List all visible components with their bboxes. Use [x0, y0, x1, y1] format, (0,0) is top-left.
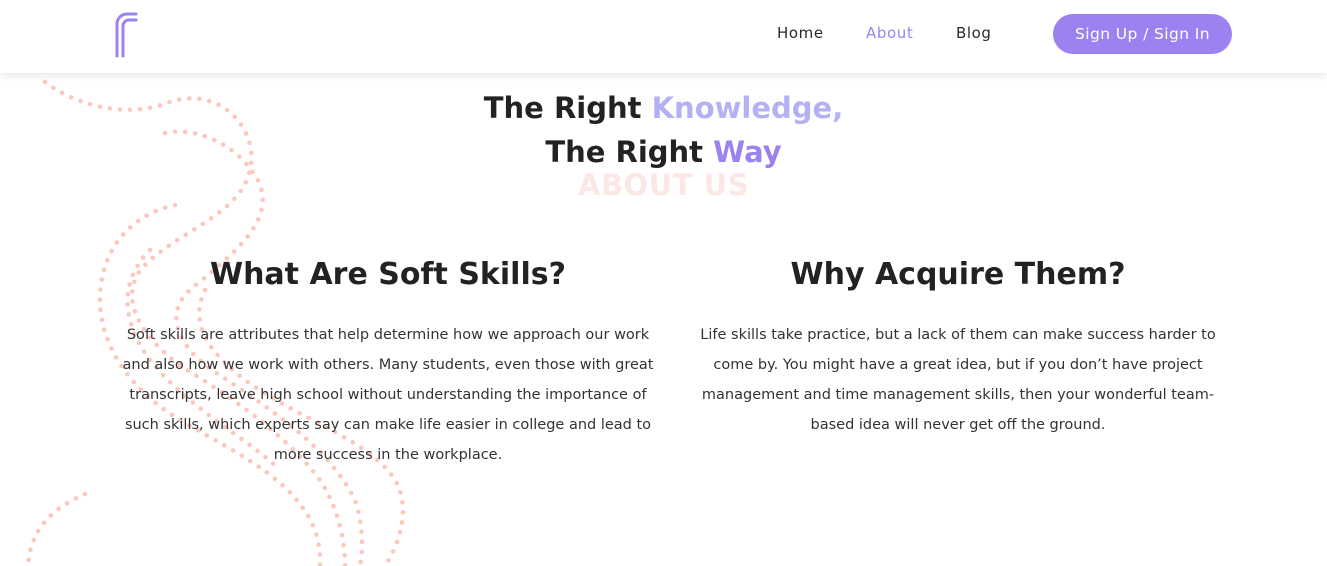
why-acquire-text: Life skills take practice, but a lack of…: [700, 327, 1216, 433]
nav-home-link[interactable]: Home: [777, 24, 824, 42]
hero-line-2-prefix: The Right: [545, 135, 714, 169]
hero-heading: The Right Knowledge, The Right Way: [0, 86, 1327, 174]
nav-about-link[interactable]: About: [866, 24, 913, 42]
site-header: Home About Blog Sign Up / Sign In: [0, 0, 1327, 73]
soft-skills-text: Soft skills are attributes that help det…: [122, 327, 654, 463]
soft-skills-title: What Are Soft Skills?: [209, 257, 566, 292]
hero-line-1-prefix: The Right: [483, 91, 652, 125]
hero-line-1: The Right Knowledge,: [0, 86, 1327, 130]
brand-logo-icon[interactable]: [112, 10, 140, 58]
sign-up-sign-in-button[interactable]: Sign Up / Sign In: [1053, 14, 1232, 54]
hero-highlight-knowledge: Knowledge,: [651, 91, 844, 125]
hero-highlight-way: Way: [713, 135, 782, 169]
nav-blog-link[interactable]: Blog: [956, 24, 992, 42]
why-acquire-section: Why Acquire Them? Life skills take pract…: [685, 256, 1231, 440]
why-acquire-title: Why Acquire Them?: [790, 257, 1126, 292]
about-us-watermark: ABOUT US: [577, 168, 750, 202]
soft-skills-section: What Are Soft Skills? Soft skills are at…: [112, 256, 664, 470]
